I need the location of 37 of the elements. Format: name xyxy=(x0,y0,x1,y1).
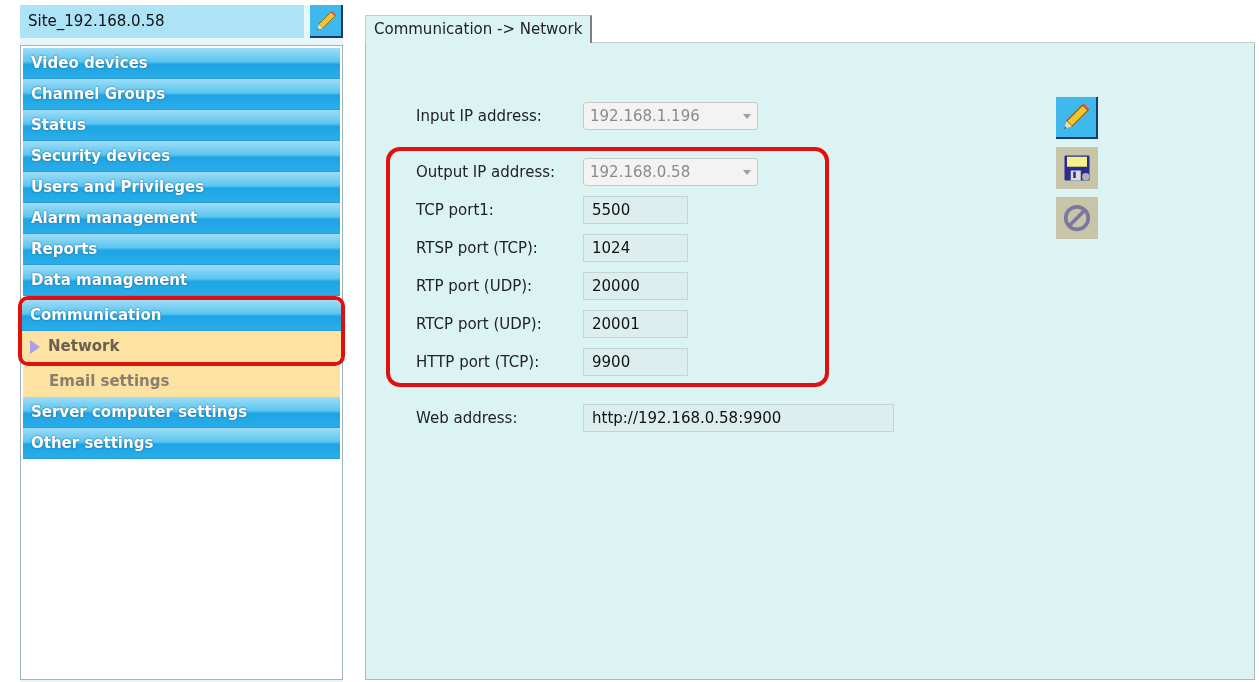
dropdown-arrow-icon xyxy=(743,169,751,175)
menu-item[interactable]: Other settings xyxy=(23,428,340,459)
input-field[interactable]: 20001 xyxy=(583,310,688,338)
input-field[interactable]: http://192.168.0.58:9900 xyxy=(583,404,894,432)
field-label: Web address: xyxy=(416,407,519,429)
triangle-icon xyxy=(30,339,40,354)
tab[interactable]: Communication -> Network xyxy=(365,15,593,43)
field-label: Input IP address: xyxy=(416,105,543,127)
menu-item[interactable]: Channel Groups xyxy=(23,79,340,110)
menu-item[interactable]: Video devices xyxy=(23,48,340,79)
ip-dropdown[interactable]: 192.168.1.196 xyxy=(583,102,758,130)
field-label: RTCP port (UDP): xyxy=(416,313,543,335)
submenu-item[interactable]: Email settings xyxy=(23,366,340,397)
field-label: Output IP address: xyxy=(416,161,557,183)
menu-item[interactable]: Data management xyxy=(23,265,340,296)
menu-item[interactable]: Users and Privileges xyxy=(23,172,340,203)
prohibited-icon xyxy=(1062,203,1092,233)
menu-item[interactable]: Security devices xyxy=(23,141,340,172)
field-label: TCP port1: xyxy=(416,199,495,221)
input-field[interactable]: 5500 xyxy=(583,196,688,224)
dropdown-arrow-icon xyxy=(743,113,751,119)
edit-site-button[interactable] xyxy=(310,5,343,38)
edit-button[interactable] xyxy=(1056,97,1098,139)
input-field[interactable]: 20000 xyxy=(583,272,688,300)
menu-item[interactable]: Server computer settings xyxy=(23,397,340,428)
menu-item[interactable]: Communication xyxy=(22,300,341,331)
menu-item[interactable]: Status xyxy=(23,110,340,141)
input-field[interactable]: 9900 xyxy=(583,348,688,376)
field-label: HTTP port (TCP): xyxy=(416,351,541,373)
menu-item[interactable]: Reports xyxy=(23,234,340,265)
ip-dropdown[interactable]: 192.168.0.58 xyxy=(583,158,758,186)
menu-item[interactable]: Alarm management xyxy=(23,203,340,234)
field-label: RTSP port (TCP): xyxy=(416,237,539,259)
submenu-item[interactable]: Network xyxy=(22,331,341,362)
field-label: RTP port (UDP): xyxy=(416,275,534,297)
site-name-field: Site_192.168.0.58 xyxy=(20,5,304,38)
input-field[interactable]: 1024 xyxy=(583,234,688,262)
